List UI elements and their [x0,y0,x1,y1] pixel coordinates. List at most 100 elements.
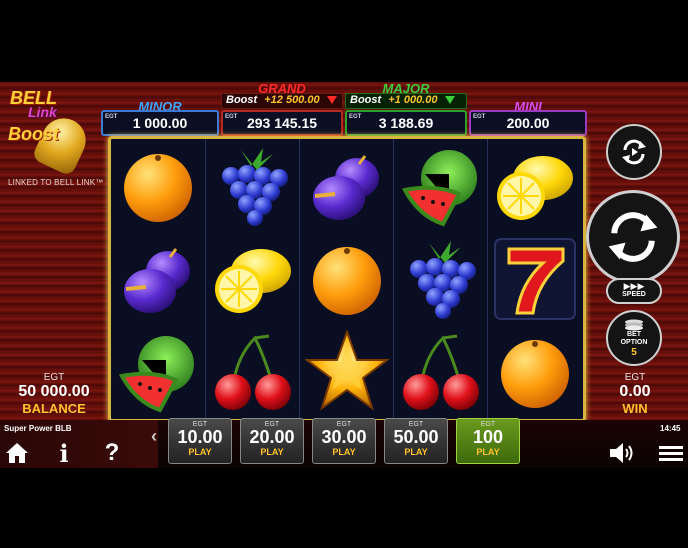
bet-button-50.00[interactable]: EGT 50.00 PLAY [384,418,448,464]
bet-button-100[interactable]: EGT 100 PLAY [456,418,520,464]
star-icon [304,329,389,411]
watermelon-icon [401,149,477,226]
menu-button[interactable] [658,440,684,466]
reel-1 [111,139,204,419]
logo-word-boost: Boost [8,124,59,144]
plum-icon [123,247,190,313]
symbol-grapes [394,232,487,325]
grapes-icon [221,147,288,226]
major-boost-label: Boost [350,94,382,106]
balance-amount: 50 000.00 [18,383,90,400]
symbol-seven [488,232,581,325]
bet-button-20.00[interactable]: EGT 20.00 PLAY [240,418,304,464]
bet-value: 10.00 [177,427,223,447]
jackpot-major: MAJOR Boost +1 000.00 EGT 3 188.69 [345,82,467,136]
symbol-orange [300,232,393,325]
symbol-lemon [206,232,299,325]
bet-button-30.00[interactable]: EGT 30.00 PLAY [312,418,376,464]
balance-currency: EGT [43,372,65,383]
arrow-down-icon [326,96,337,105]
symbol-cherries [394,325,487,418]
win-currency: EGT [624,372,646,383]
lemon-icon [496,155,573,220]
jackpot-mini: MINI EGT 200.00 [469,98,587,136]
fast-forward-icon: ▶▶▶ [623,281,645,291]
balance-display: EGT 50 000.00 BALANCE [4,372,104,416]
bet-play-label: PLAY [188,447,212,457]
symbol-plum [300,139,393,232]
linked-text: LINKED TO BELL LINK™ [8,178,104,187]
bet-option-value: 5 [631,346,637,358]
grand-boost-label: Boost [226,94,258,106]
bell-link-boost-logo: BELL Link Boost [6,88,101,178]
reel-grid [108,136,586,422]
home-button[interactable] [4,440,30,466]
orange-icon [312,246,381,315]
clock: 14:45 [660,424,681,433]
speed-button[interactable]: ▶▶▶ SPEED [606,278,662,304]
speed-label: SPEED [622,291,646,298]
symbol-watermelon [394,139,487,232]
symbol-plum [111,232,204,325]
jackpot-grand: GRAND Boost +12 500.00 EGT 293 145.15 [221,82,343,136]
orange-icon [123,153,192,222]
jackpot-major-value: 3 188.69 [378,115,434,131]
coins-icon [625,319,643,330]
win-label: WIN [622,401,648,416]
sound-icon [610,443,633,463]
logo-word-link: Link [28,104,57,120]
symbol-lemon [488,139,581,232]
menu-icon [659,443,683,464]
help-button[interactable]: ? [100,439,124,466]
info-icon: i [59,438,69,468]
symbol-watermelon [111,325,204,418]
plum-icon [312,154,379,220]
jackpot-minor: MINOR EGT 1 000.00 [101,98,219,136]
bet-scroll-left-button[interactable]: ‹ [148,426,160,456]
bet-value: 20.00 [249,427,295,447]
grapes-icon [409,240,476,319]
grand-boost-value: +12 500.00 [264,94,320,106]
bet-value: 50.00 [393,427,439,447]
arrow-down-icon [444,96,455,105]
jackpot-grand-value: 293 145.15 [246,115,318,131]
bet-button-10.00[interactable]: EGT 10.00 PLAY [168,418,232,464]
info-button[interactable]: i [54,438,74,468]
bet-value: 100 [472,427,504,447]
orange-icon [500,339,569,408]
reel-5 [487,139,581,419]
balance-label: BALANCE [22,401,86,416]
bet-value: 30.00 [321,427,367,447]
chevron-left-icon: ‹ [151,426,157,446]
jackpot-minor-value: 1 000.00 [132,115,188,131]
win-amount: 0.00 [619,383,651,400]
autoplay-icon [622,139,646,165]
watermelon-icon [118,335,194,412]
reel-4 [393,139,487,419]
spin-button[interactable] [586,190,680,284]
symbol-cherries [206,325,299,418]
bet-play-label: PLAY [332,447,356,457]
bet-play-label: PLAY [476,447,500,457]
autoplay-button[interactable] [606,124,662,180]
bet-play-label: PLAY [404,447,428,457]
bet-option-button[interactable]: BET OPTION 5 [606,310,662,366]
symbol-orange [488,325,581,418]
bet-option-label: BET OPTION [620,330,648,346]
home-icon [6,443,28,463]
help-icon: ? [104,439,120,466]
symbol-grapes [206,139,299,232]
sound-button[interactable] [608,440,636,466]
seven-icon [493,237,576,320]
game-name: Super Power BLB [4,424,72,433]
spin-icon [608,212,658,262]
win-display: EGT 0.00 WIN [590,372,680,416]
cherries-icon [402,334,479,410]
lemon-icon [214,248,291,313]
symbol-orange [111,139,204,232]
bet-play-label: PLAY [260,447,284,457]
cherries-icon [214,334,291,410]
major-boost-value: +1 000.00 [388,94,438,106]
reel-2 [205,139,299,419]
game-stage: BELL Link Boost LINKED TO BELL LINK™ MIN… [0,82,688,468]
